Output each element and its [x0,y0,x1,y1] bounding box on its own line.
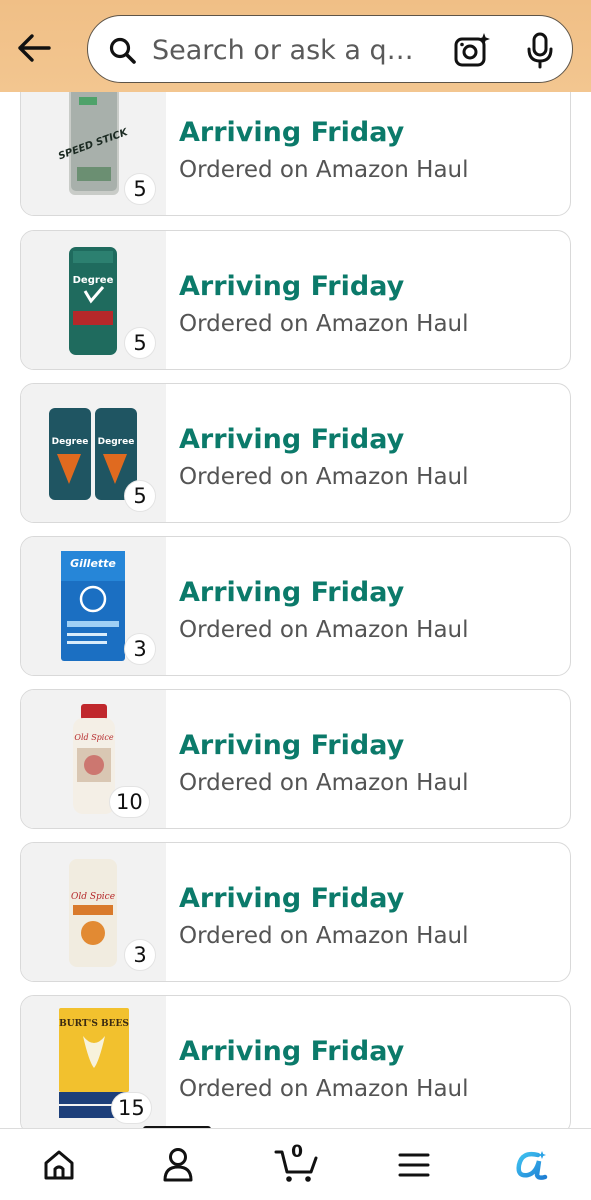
product-thumbnail: BURT'S BEES 15 [21,996,166,1128]
menu-icon [398,1153,430,1177]
home-icon [44,1150,74,1180]
product-thumbnail: Degree Degree 5 [21,384,166,522]
microphone-icon [527,32,553,69]
order-source: Ordered on Amazon Haul [179,157,469,183]
order-source: Ordered on Amazon Haul [179,617,469,643]
search-icon [109,37,136,64]
delivery-status: Arriving Friday [179,1036,405,1067]
delivery-status: Arriving Friday [179,730,405,761]
order-card[interactable]: Degree Degree 5 Arriving Friday Ordered … [20,383,571,523]
svg-text:Old Spice: Old Spice [71,892,115,902]
nav-home-button[interactable] [35,1143,83,1187]
quantity-badge: 10 [109,786,150,818]
product-thumbnail: SPEED STICK 5 [21,92,166,215]
quantity-badge: 5 [124,480,156,512]
search-input[interactable] [152,30,432,70]
delivery-status: Arriving Friday [179,577,405,608]
order-card[interactable]: BURT'S BEES 15 Arriving Friday Ordered o… [20,995,571,1128]
delivery-status: Arriving Friday [179,883,405,914]
camera-sparkle-icon [454,33,490,67]
order-source: Ordered on Amazon Haul [179,923,469,949]
camera-search-button[interactable] [452,31,492,69]
svg-text:BURT'S BEES: BURT'S BEES [59,1019,129,1029]
order-card[interactable]: SPEED STICK 5 Arriving Friday Ordered on… [20,92,571,216]
back-arrow-icon [18,34,51,62]
quantity-badge: 5 [124,327,156,359]
top-bar [0,0,591,92]
order-source: Ordered on Amazon Haul [179,1076,469,1102]
order-card[interactable]: Old Spice 10 Arriving Friday Ordered on … [20,689,571,829]
account-icon [163,1148,193,1182]
rufus-icon [516,1151,548,1180]
quantity-badge: 5 [124,173,156,205]
product-thumbnail: Old Spice 10 [21,690,166,828]
order-source: Ordered on Amazon Haul [179,311,469,337]
nav-cart-button[interactable]: 0 [272,1142,320,1187]
delivery-status: Arriving Friday [179,117,405,148]
product-thumbnail: Gillette 3 [21,537,166,675]
product-thumbnail: Degree 5 [21,231,166,369]
svg-text:Degree: Degree [52,437,89,447]
order-list: SPEED STICK 5 Arriving Friday Ordered on… [0,92,591,1128]
order-card[interactable]: Gillette 3 Arriving Friday Ordered on Am… [20,536,571,676]
order-card[interactable]: Old Spice 3 Arriving Friday Ordered on A… [20,842,571,982]
delivery-status: Arriving Friday [179,271,405,302]
cart-count-badge: 0 [291,1142,303,1162]
nav-account-button[interactable] [154,1143,202,1187]
nav-menu-button[interactable] [390,1143,438,1187]
bottom-navigation: 0 [0,1128,591,1200]
svg-text:Degree: Degree [73,275,114,286]
order-source: Ordered on Amazon Haul [179,770,469,796]
voice-search-button[interactable] [520,31,560,69]
delivery-status: Arriving Friday [179,424,405,455]
order-card[interactable]: Degree 5 Arriving Friday Ordered on Amaz… [20,230,571,370]
order-source: Ordered on Amazon Haul [179,464,469,490]
quantity-badge: 3 [124,939,156,971]
svg-text:Degree: Degree [98,437,135,447]
product-thumbnail: Old Spice 3 [21,843,166,981]
nav-rufus-button[interactable] [507,1143,555,1187]
search-bar[interactable] [87,15,573,83]
quantity-badge: 3 [124,633,156,665]
svg-text:Gillette: Gillette [70,557,116,570]
svg-text:Old Spice: Old Spice [74,733,113,742]
back-button[interactable] [14,30,54,66]
quantity-badge: 15 [111,1092,152,1124]
